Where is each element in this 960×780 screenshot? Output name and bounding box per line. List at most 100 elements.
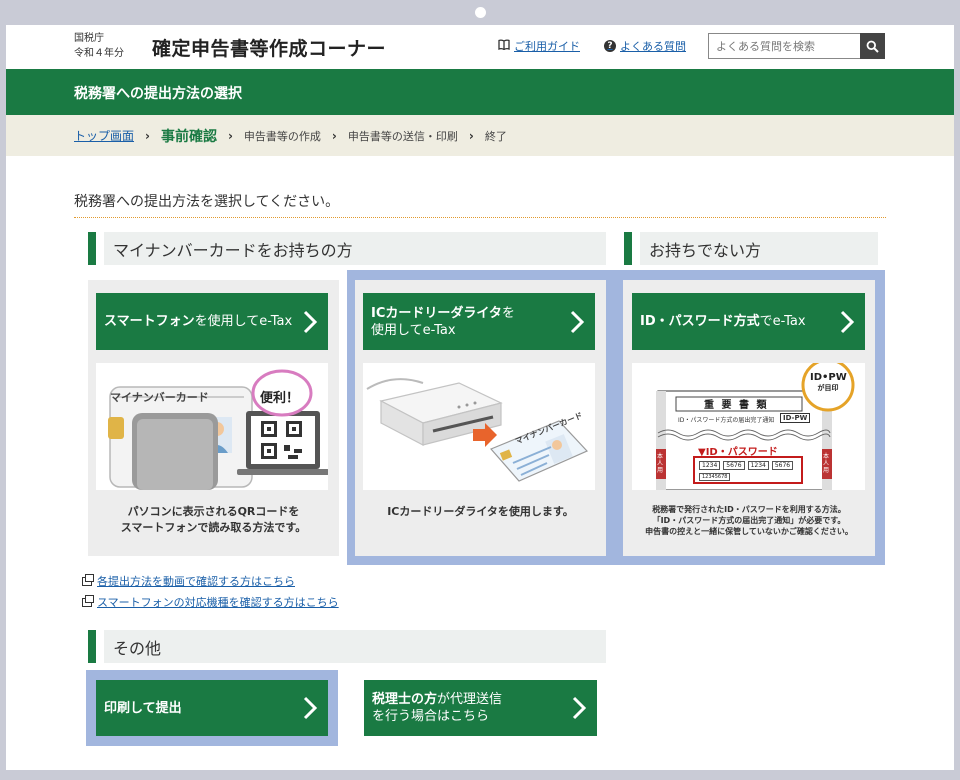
page-title-bar: 税務署への提出方法の選択	[6, 69, 954, 115]
chevron-right-icon	[303, 696, 318, 720]
id-pw-stamp: ID•PW が目印	[810, 372, 847, 394]
video-guide-link[interactable]: 各提出方法を動画で確認する方はこちら	[82, 573, 295, 589]
supported-devices-link[interactable]: スマートフォンの対応機種を確認する方はこちら	[82, 594, 339, 610]
smartphone-etax-button-bold: スマートフォン	[104, 314, 195, 329]
faq-link[interactable]: ? よくある質問	[604, 38, 686, 54]
chevron-right-icon: ›	[227, 128, 233, 143]
id-password-label: ▼ID・パスワード	[698, 447, 778, 458]
card-smartphone: スマートフォンを使用してe-Tax マイナンバーカード 便利！ パソコンに表示さ…	[88, 280, 339, 556]
tax-accountant-button-rest2: を行う場合はこちら	[372, 709, 490, 724]
section-heading-no-card-label: お持ちでない方	[649, 240, 762, 260]
section-heading-other-label: その他	[113, 638, 162, 658]
id-password-illustration: 重 要 書 類 ID・パスワード方式の届出完了通知 ID-PW ▼ID・パスワー…	[632, 363, 865, 490]
digit-box: 5676	[723, 461, 745, 470]
faq-link-label: よくある質問	[620, 40, 686, 53]
section-heading-mynumber: マイナンバーカードをお持ちの方	[88, 232, 606, 265]
digit-box: 1234	[747, 461, 769, 470]
ic-reader-etax-button-rest1: を	[501, 305, 515, 321]
id-password-etax-button-rest: でe-Tax	[759, 314, 806, 329]
digit-box: 1234	[699, 461, 721, 470]
search-input[interactable]	[708, 33, 860, 59]
new-window-icon	[82, 573, 94, 586]
video-guide-link-label: 各提出方法を動画で確認する方はこちら	[97, 575, 295, 588]
smartphone-description-line1: パソコンに表示されるQRコードを	[127, 505, 300, 518]
smartphone-qr-image	[108, 369, 328, 490]
search-button[interactable]	[860, 33, 885, 59]
ic-reader-description: ICカードリーダライタを使用します。	[387, 505, 574, 518]
tax-accountant-button-bold: 税理士の方	[372, 692, 438, 707]
chevron-right-icon	[840, 310, 855, 333]
new-window-icon	[82, 594, 94, 607]
print-submit-button[interactable]: 印刷して提出	[96, 680, 328, 736]
breadcrumb-home[interactable]: トップ画面	[74, 127, 134, 144]
chevron-right-icon	[570, 310, 585, 333]
section-heading-no-card: お持ちでない方	[624, 232, 878, 265]
id-pw-stamp-line1: ID•PW	[810, 372, 847, 383]
faq-search	[708, 33, 885, 59]
id-password-description-line2: 「ID・パスワード方式の届出完了通知」が必要です。	[652, 516, 846, 525]
ic-reader-illustration: マイナンバーカード	[363, 363, 595, 490]
card-id-password: ID・パスワード方式でe-Tax 重 要 書 類 ID・パスワード方式の届出完了…	[623, 280, 875, 556]
document-tag: ID-PW	[780, 413, 811, 423]
dotted-divider	[74, 217, 886, 218]
ic-reader-etax-button-rest2: 使用してe-Tax	[371, 322, 456, 338]
smartphone-description: パソコンに表示されるQRコードを スマートフォンで読み取る方法です。	[88, 504, 339, 536]
camera-dot	[475, 7, 486, 18]
chevron-right-icon: ›	[468, 128, 474, 143]
tax-year: 令和４年分	[74, 48, 124, 59]
tax-accountant-button[interactable]: 税理士の方が代理送信を行う場合はこちら	[364, 680, 597, 736]
tax-accountant-button-label: 税理士の方が代理送信を行う場合はこちら	[372, 691, 502, 725]
id-password-etax-button-label: ID・パスワード方式でe-Tax	[640, 313, 806, 330]
chevron-right-icon: ›	[145, 128, 150, 143]
breadcrumb-step-create: 申告書等の作成	[243, 129, 321, 143]
site-title[interactable]: 確定申告書等作成コーナー	[152, 34, 386, 61]
mynumber-card-label: マイナンバーカード	[110, 391, 209, 404]
breadcrumb-step-end: 終了	[484, 129, 507, 143]
instruction-text: 税務署への提出方法を選択してください。	[74, 194, 340, 210]
digit-box: 5676	[771, 461, 794, 470]
smartphone-illustration: マイナンバーカード 便利！	[96, 363, 328, 490]
side-label-right: 本人用	[823, 453, 830, 474]
breadcrumb: トップ画面 › 事前確認 › 申告書等の作成 › 申告書等の送信・印刷 › 終了	[6, 115, 954, 156]
print-submit-button-label: 印刷して提出	[104, 700, 182, 716]
side-label-left: 本人用	[657, 453, 664, 474]
id-password-description-line1: 税務署で発行されたID・パスワードを利用する方法。	[652, 505, 846, 514]
agency-label: 国税庁 令和４年分	[74, 31, 124, 61]
id-number-box: 12345678	[699, 473, 731, 481]
chevron-right-icon	[572, 696, 587, 720]
breadcrumb-current: 事前確認	[160, 128, 217, 145]
page-title: 税務署への提出方法の選択	[74, 86, 242, 102]
site-header: 国税庁 令和４年分 確定申告書等作成コーナー ご利用ガイド ? よくある質問	[6, 25, 954, 68]
supported-devices-link-label: スマートフォンの対応機種を確認する方はこちら	[97, 596, 339, 609]
id-password-etax-button[interactable]: ID・パスワード方式でe-Tax	[632, 293, 865, 350]
password-digits: 1234 5676 1234 5676	[699, 461, 794, 470]
ic-reader-etax-button-label: ICカードリーダライタを使用してe-Tax	[371, 305, 515, 339]
id-pw-stamp-line2: が目印	[817, 384, 839, 392]
id-password-etax-button-bold: ID・パスワード方式	[640, 314, 760, 329]
ic-reader-etax-button-bold: ICカードリーダライタ	[371, 305, 502, 321]
tax-accountant-button-rest1: が代理送信	[437, 692, 503, 707]
smartphone-description-line2: スマートフォンで読み取る方法です。	[120, 521, 307, 534]
guide-link[interactable]: ご利用ガイド	[498, 38, 580, 54]
card-ic-reader: ICカードリーダライタを使用してe-Tax マイナンバーカード ICカードリーダ…	[355, 280, 606, 556]
id-password-description: 税務署で発行されたID・パスワードを利用する方法。 「ID・パスワード方式の届出…	[623, 504, 875, 537]
section-heading-other: その他	[88, 630, 606, 663]
smartphone-etax-button-rest: を使用してe-Tax	[194, 314, 293, 329]
smartphone-etax-button-label: スマートフォンを使用してe-Tax	[104, 313, 292, 330]
guide-link-label: ご利用ガイド	[514, 40, 580, 53]
document-subtitle: ID・パスワード方式の届出完了通知	[678, 417, 775, 424]
chevron-right-icon	[303, 310, 318, 333]
ic-reader-etax-button[interactable]: ICカードリーダライタを使用してe-Tax	[363, 293, 595, 350]
breadcrumb-step-send: 申告書等の送信・印刷	[347, 129, 458, 143]
search-icon	[866, 40, 879, 53]
section-heading-mynumber-label: マイナンバーカードをお持ちの方	[113, 240, 353, 260]
smartphone-etax-button[interactable]: スマートフォンを使用してe-Tax	[96, 293, 328, 350]
browser-screen: 国税庁 令和４年分 確定申告書等作成コーナー ご利用ガイド ? よくある質問 税…	[6, 25, 954, 770]
book-icon	[498, 39, 510, 53]
agency-name: 国税庁	[74, 33, 104, 44]
id-password-description-line3: 申告書の控えと一緒に保管していないかご確認ください。	[645, 527, 853, 536]
convenient-bubble: 便利！	[260, 391, 300, 406]
document-title: 重 要 書 類	[704, 400, 769, 411]
question-icon: ?	[604, 40, 616, 52]
chevron-right-icon: ›	[331, 128, 337, 143]
